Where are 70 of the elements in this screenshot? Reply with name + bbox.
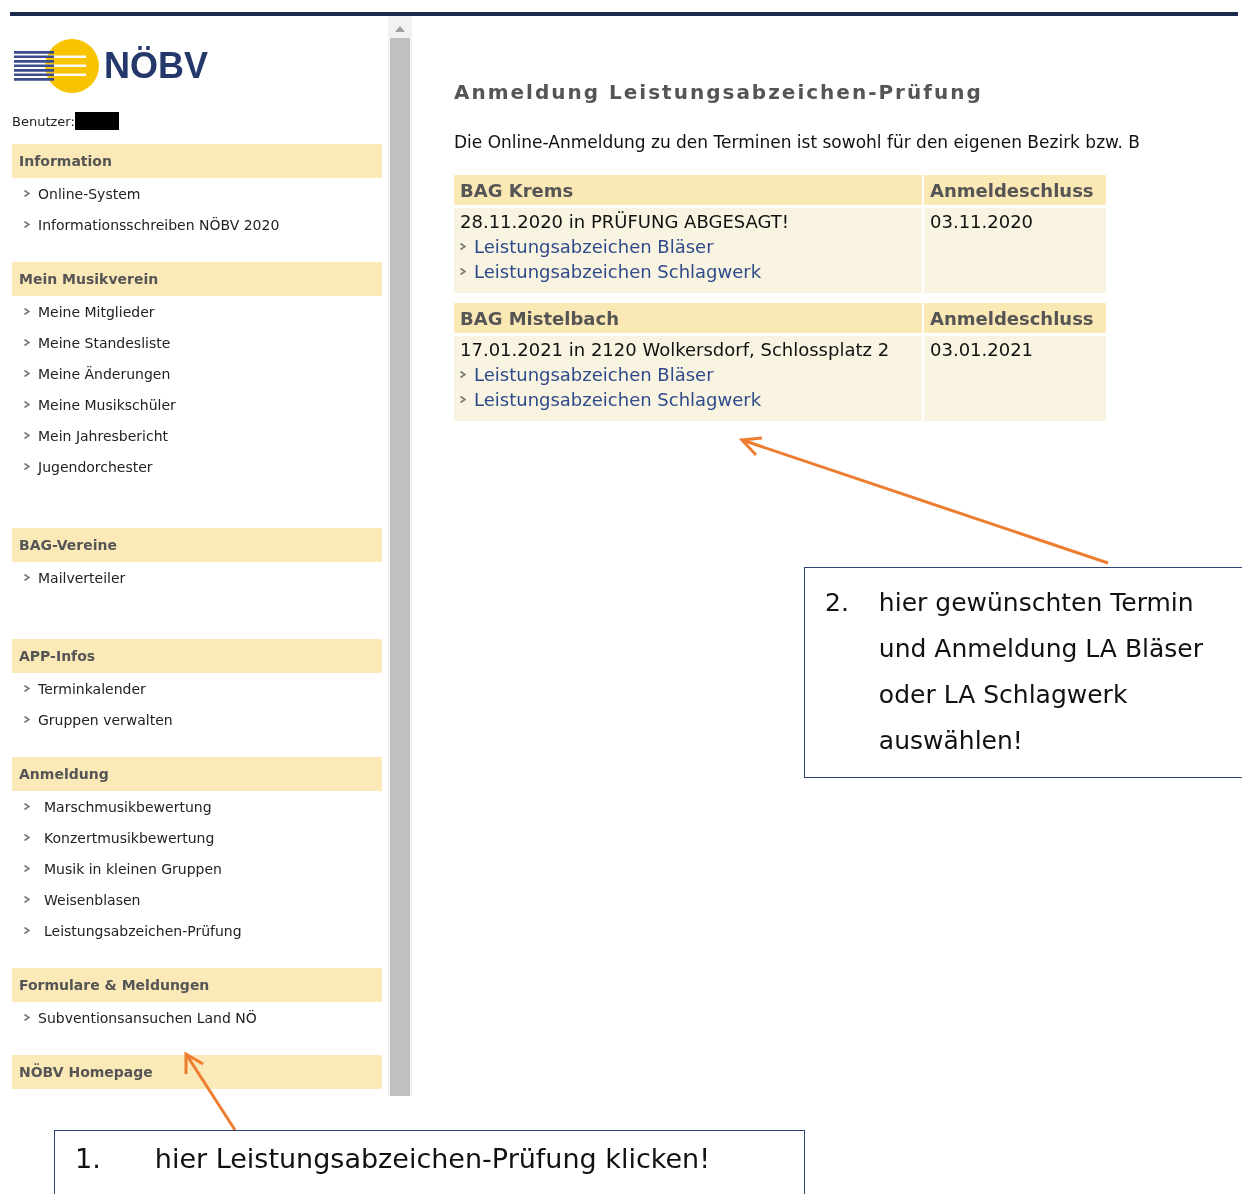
- menu-link[interactable]: Subventionsansuchen Land NÖ: [38, 1009, 257, 1026]
- chevron-icon: [460, 371, 466, 378]
- menu-link[interactable]: Informationsschreiben NÖBV 2020: [38, 216, 280, 233]
- chevron-icon: [24, 927, 30, 934]
- chevron-icon: [24, 834, 30, 841]
- menu-section-header: Information: [12, 144, 382, 178]
- callout-text: hier Leistungsabzeichen-Prüfung klicken!: [154, 1143, 710, 1176]
- chevron-icon: [460, 396, 466, 403]
- table-header: BAG Mistelbach: [454, 303, 922, 333]
- event-text: 17.01.2021 in 2120 Wolkersdorf, Schlossplatz 2: [460, 339, 891, 360]
- callout-text: hier gewünschten Termin und Anmeldung LA Bläser oder LA Schlagwerk auswählen!: [878, 587, 1205, 757]
- chevron-icon: [460, 268, 466, 275]
- deadline-date: 03.11.2020: [930, 211, 1034, 232]
- scrollbar[interactable]: [388, 16, 412, 1096]
- table-header: Anmeldeschluss: [924, 175, 1106, 205]
- logo-icon: [12, 38, 100, 94]
- menu-link[interactable]: Terminkalender: [38, 680, 146, 697]
- step-number: 1.: [75, 1143, 101, 1176]
- registration-link[interactable]: Leistungsabzeichen Bläser: [474, 236, 714, 257]
- menu-link[interactable]: Meine Mitglieder: [38, 303, 155, 320]
- registration-link[interactable]: Leistungsabzeichen Schlagwerk: [474, 389, 762, 410]
- menu-section-header: Formulare & Meldungen: [12, 968, 382, 1002]
- intro-text: Die Online-Anmeldung zu den Terminen ist sowohl für den eigenen Bezirk bzw. B: [454, 132, 1141, 152]
- event-text: 28.11.2020 in PRÜFUNG ABGESAGT!: [460, 211, 791, 232]
- chevron-icon: [24, 896, 30, 903]
- menu-link[interactable]: Gruppen verwalten: [38, 711, 173, 728]
- menu-link[interactable]: Konzertmusikbewertung: [44, 829, 215, 846]
- chevron-icon: [24, 716, 30, 723]
- chevron-icon: [24, 463, 30, 470]
- menu-link[interactable]: Meine Standesliste: [38, 334, 171, 351]
- menu-link[interactable]: Marschmusikbewertung: [44, 798, 212, 815]
- scrollbar-thumb[interactable]: [390, 38, 410, 1096]
- chevron-icon: [24, 1014, 30, 1021]
- step-number: 2.: [825, 587, 849, 619]
- deadline-date: 03.01.2021: [930, 339, 1034, 360]
- chevron-icon: [24, 574, 30, 581]
- user-label: Benutzer:: [12, 113, 75, 129]
- redaction-block: [74, 112, 119, 130]
- chevron-icon: [24, 865, 30, 872]
- menu-link[interactable]: Mein Jahresbericht: [38, 427, 169, 444]
- chevron-icon: [24, 339, 30, 346]
- chevron-icon: [24, 401, 30, 408]
- menu-link[interactable]: Jugendorchester: [38, 458, 153, 475]
- menu-section-header: Anmeldung: [12, 757, 382, 791]
- menu-section-header: Mein Musikverein: [12, 262, 382, 296]
- menu-section-header: BAG-Vereine: [12, 528, 382, 562]
- chevron-icon: [460, 243, 466, 250]
- chevron-icon: [24, 221, 30, 228]
- table-header: Anmeldeschluss: [924, 303, 1106, 333]
- chevron-icon: [24, 370, 30, 377]
- menu-link[interactable]: Meine Musikschüler: [38, 396, 176, 413]
- chevron-icon: [24, 685, 30, 692]
- menu-section-header: APP-Infos: [12, 639, 382, 673]
- page-title: Anmeldung Leistungsabzeichen-Prüfung: [454, 80, 984, 104]
- table-header: BAG Krems: [454, 175, 922, 205]
- menu-link[interactable]: Online-System: [38, 185, 141, 202]
- menu-link[interactable]: Leistungsabzeichen-Prüfung: [44, 922, 242, 939]
- registration-link[interactable]: Leistungsabzeichen Schlagwerk: [474, 261, 762, 282]
- chevron-icon: [24, 803, 30, 810]
- menu-link[interactable]: Meine Änderungen: [38, 365, 171, 382]
- menu-section-header: NÖBV Homepage: [12, 1055, 382, 1089]
- menu-link[interactable]: Musik in kleinen Gruppen: [44, 860, 222, 877]
- chevron-icon: [24, 308, 30, 315]
- chevron-icon: [24, 190, 30, 197]
- chevron-icon: [24, 432, 30, 439]
- scroll-up-icon[interactable]: [395, 26, 405, 32]
- registration-link[interactable]: Leistungsabzeichen Bläser: [474, 364, 714, 385]
- menu-link[interactable]: Mailverteiler: [38, 569, 126, 586]
- logo-text: NÖBV: [104, 45, 208, 87]
- menu-link[interactable]: Weisenblasen: [44, 891, 141, 908]
